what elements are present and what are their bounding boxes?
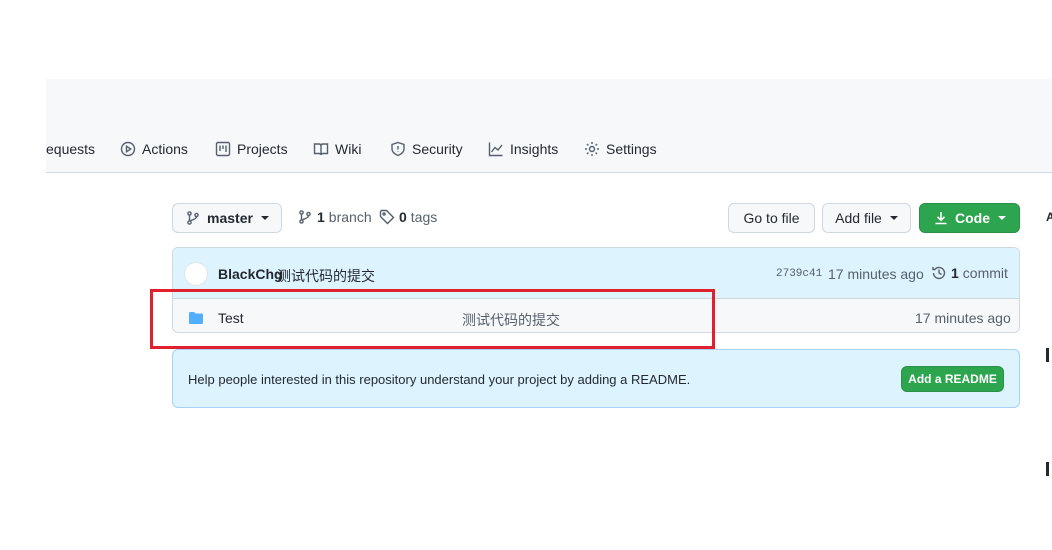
code-label: Code <box>955 210 990 226</box>
highlight-annotation <box>150 289 715 349</box>
tags-link[interactable]: 0 tags <box>379 209 437 225</box>
gear-icon <box>585 142 599 156</box>
readme-text: Help people interested in this repositor… <box>188 372 691 387</box>
tab-security[interactable]: Security <box>390 141 463 157</box>
file-time: 17 minutes ago <box>915 310 1011 326</box>
commit-count: 1 <box>951 265 959 281</box>
play-icon <box>120 141 136 157</box>
nav-label-actions: Actions <box>142 141 188 157</box>
project-icon <box>215 141 231 157</box>
add-readme-button[interactable]: Add a README <box>901 366 1004 392</box>
chevron-down-icon <box>889 216 898 220</box>
commit-time: 17 minutes ago <box>828 266 924 282</box>
branch-label: master <box>207 210 253 226</box>
chevron-down-icon <box>998 216 1006 220</box>
nav-label-projects: Projects <box>237 141 288 157</box>
sidebar-fragment <box>1046 462 1049 476</box>
download-icon <box>935 212 947 225</box>
graph-icon <box>488 142 503 157</box>
commits-link[interactable]: 1 commit <box>931 265 1008 281</box>
branch-select-button[interactable]: master <box>172 203 282 233</box>
avatar[interactable] <box>184 262 208 286</box>
commit-word: commit <box>962 265 1008 281</box>
chevron-down-icon <box>260 216 269 220</box>
tab-wiki[interactable]: Wiki <box>313 141 361 157</box>
add-file-label: Add file <box>835 210 882 226</box>
readme-banner: Help people interested in this repositor… <box>172 349 1020 408</box>
shield-icon <box>391 141 405 157</box>
nav-label-pull-requests: equests <box>46 141 96 157</box>
branches-link[interactable]: 1 branch <box>297 209 372 225</box>
nav-label-security: Security <box>412 141 463 157</box>
tab-projects[interactable]: Projects <box>215 141 288 157</box>
go-to-file-button[interactable]: Go to file <box>728 203 815 233</box>
add-file-button[interactable]: Add file <box>822 203 911 233</box>
branch-word: branch <box>328 209 372 225</box>
branch-icon <box>299 210 311 224</box>
sidebar-fragment <box>1046 348 1049 362</box>
tag-icon <box>379 209 395 225</box>
tab-settings[interactable]: Settings <box>584 141 657 157</box>
tag-count: 0 <box>399 209 407 225</box>
tab-actions[interactable]: Actions <box>120 141 188 157</box>
sidebar-fragment: A <box>1046 210 1052 224</box>
commit-author[interactable]: BlackChg <box>218 266 283 282</box>
nav-label-settings: Settings <box>606 141 657 157</box>
nav-label-wiki: Wiki <box>335 141 362 157</box>
branch-icon <box>187 211 199 225</box>
book-icon <box>313 143 329 156</box>
nav-label-insights: Insights <box>510 141 559 157</box>
commit-message[interactable]: 测试代码的提交 <box>277 266 375 286</box>
repo-nav: equests Actions Projects Wiki Security I… <box>46 130 1052 170</box>
history-icon <box>932 266 946 280</box>
commit-hash[interactable]: 2739c41 <box>776 268 822 280</box>
branch-count: 1 <box>317 209 325 225</box>
tab-pull-requests[interactable]: equests <box>46 141 95 157</box>
tab-insights[interactable]: Insights <box>488 141 558 157</box>
tag-word: tags <box>410 209 438 225</box>
code-button[interactable]: Code <box>919 203 1020 233</box>
